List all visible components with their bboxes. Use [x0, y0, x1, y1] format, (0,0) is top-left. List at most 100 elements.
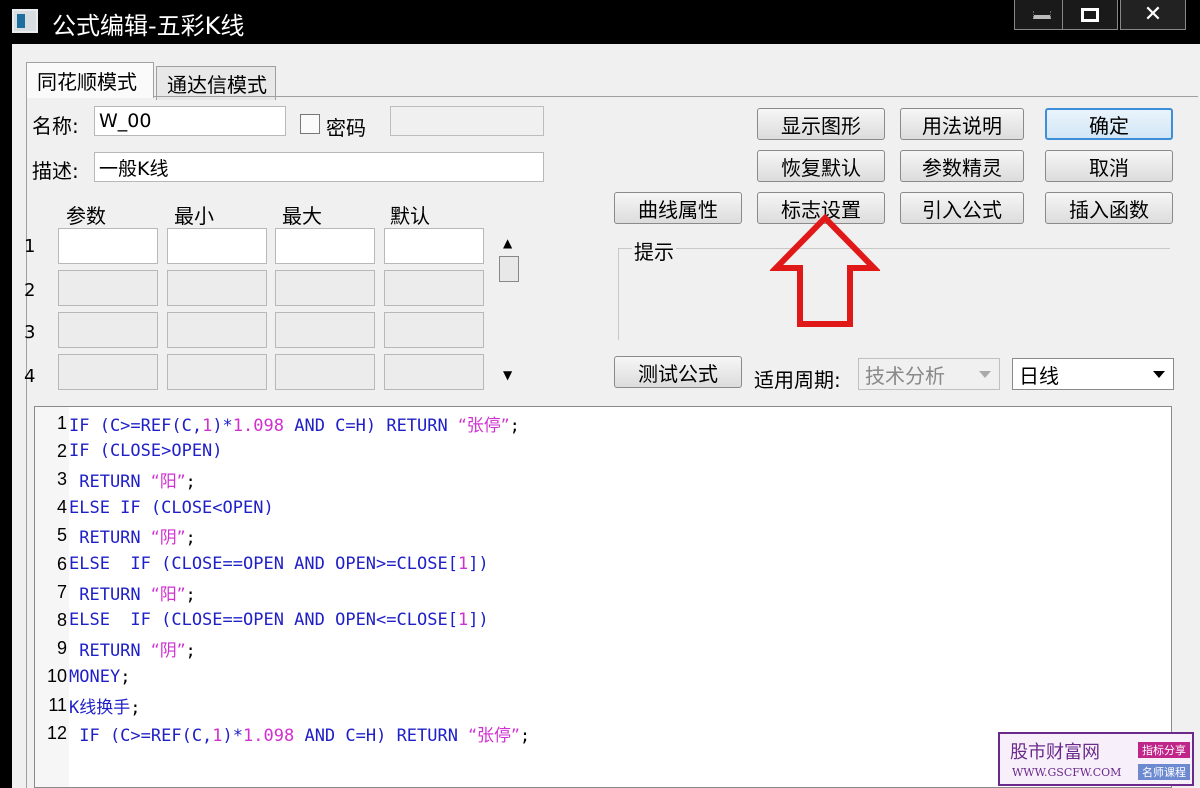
- usage-button[interactable]: 用法说明: [900, 108, 1024, 140]
- param-wizard-button[interactable]: 参数精灵: [900, 150, 1024, 182]
- code-token: ;: [519, 725, 531, 746]
- category-select-value: 技术分析: [865, 363, 945, 388]
- maximize-icon: [1081, 7, 1099, 22]
- param-cell[interactable]: [167, 270, 267, 306]
- category-select[interactable]: 技术分析: [858, 358, 1000, 390]
- cancel-button[interactable]: 取消: [1045, 150, 1173, 182]
- code-token: 1.098: [232, 415, 284, 436]
- ok-button[interactable]: 确定: [1045, 108, 1173, 140]
- code-line[interactable]: 12 IF (C>=REF(C,1)*1.098 AND C=H) RETURN…: [35, 719, 530, 747]
- code-line[interactable]: 10 MONEY;: [35, 663, 130, 691]
- minimize-icon: [1033, 10, 1051, 19]
- param-cell[interactable]: [384, 354, 484, 390]
- code-token: )*: [222, 725, 244, 746]
- param-row-number: 4: [24, 366, 36, 387]
- line-number: 6: [56, 553, 67, 574]
- show-graph-button[interactable]: 显示图形: [757, 108, 885, 140]
- restore-default-button[interactable]: 恢复默认: [757, 150, 885, 182]
- line-number: 4: [56, 497, 67, 518]
- line-number: 8: [56, 609, 67, 630]
- password-checkbox[interactable]: [300, 114, 320, 134]
- param-cell[interactable]: [167, 312, 267, 348]
- tab-tdx-mode[interactable]: 通达信模式: [156, 66, 276, 100]
- param-cell[interactable]: [384, 270, 484, 306]
- code-text: ELSE IF (CLOSE==OPEN AND OPEN>=CLOSE[1]): [69, 554, 489, 574]
- code-line[interactable]: 4 ELSE IF (CLOSE<OPEN): [35, 494, 274, 522]
- code-token: ELSE IF (CLOSE<OPEN): [69, 497, 274, 518]
- param-cell[interactable]: [275, 312, 375, 348]
- code-token: )*: [212, 415, 233, 436]
- maximize-button[interactable]: [1062, 0, 1118, 30]
- code-token: ELSE IF (CLOSE==OPEN AND OPEN>=CLOSE[: [69, 554, 458, 574]
- import-formula-button[interactable]: 引入公式: [900, 192, 1024, 224]
- close-icon: ✕: [1143, 2, 1163, 27]
- param-cell[interactable]: [167, 228, 267, 264]
- scroll-down-icon[interactable]: ▼: [503, 368, 512, 382]
- chevron-down-icon: [1153, 371, 1165, 378]
- code-line[interactable]: 7 RETURN “阳”;: [35, 578, 196, 606]
- code-token: IF (C>=REF(C,: [69, 725, 213, 746]
- code-token: 1.098: [243, 725, 295, 746]
- code-token: “阴”: [150, 528, 186, 549]
- code-text: RETURN “阳”;: [69, 580, 196, 605]
- name-input[interactable]: W_00: [94, 106, 286, 136]
- code-editor[interactable]: 1 IF (C>=REF(C,1)*1.098 AND C=H) RETURN “…: [34, 406, 1172, 788]
- code-token: ELSE IF (CLOSE==OPEN AND OPEN<=CLOSE[: [69, 610, 458, 631]
- line-number: 9: [56, 638, 67, 659]
- param-cell[interactable]: [58, 228, 158, 264]
- code-token: 1: [457, 610, 469, 631]
- param-cell[interactable]: [275, 270, 375, 306]
- test-formula-button[interactable]: 测试公式: [614, 356, 742, 388]
- param-cell[interactable]: [167, 354, 267, 390]
- param-cell[interactable]: [275, 354, 375, 390]
- code-text: RETURN “阴”;: [69, 636, 196, 661]
- code-text: IF (C>=REF(C,1)*1.098 AND C=H) RETURN “张…: [69, 721, 530, 746]
- scrollbar-thumb[interactable]: [499, 256, 519, 282]
- watermark-tag: 名师课程: [1138, 764, 1190, 780]
- param-header-name: 参数: [66, 204, 106, 228]
- line-number: 3: [56, 468, 67, 489]
- code-token: ;: [185, 471, 196, 492]
- param-cell[interactable]: [275, 228, 375, 264]
- code-line[interactable]: 2 IF (CLOSE>OPEN): [35, 437, 223, 465]
- code-line[interactable]: 3 RETURN “阳”;: [35, 465, 196, 493]
- watermark-url: WWW.GSCFW.COM: [1012, 766, 1122, 779]
- code-token: K线换手: [69, 697, 131, 718]
- code-line[interactable]: 5 RETURN “阴”;: [35, 522, 196, 550]
- password-input[interactable]: [390, 106, 544, 136]
- period-select-value: 日线: [1019, 363, 1059, 388]
- code-line[interactable]: 9 RETURN “阴”;: [35, 635, 196, 663]
- param-cell[interactable]: [384, 228, 484, 264]
- code-token: RETURN: [69, 471, 151, 492]
- curve-props-button[interactable]: 曲线属性: [614, 192, 742, 224]
- code-token: RETURN: [69, 641, 151, 662]
- code-token: RETURN: [69, 584, 151, 605]
- code-line[interactable]: 6 ELSE IF (CLOSE==OPEN AND OPEN>=CLOSE[1]…: [35, 550, 489, 578]
- description-input[interactable]: 一般K线: [94, 152, 544, 182]
- code-token: “张停”: [468, 725, 520, 746]
- title-bar: 公式编辑-五彩K线 ✕: [0, 0, 1200, 44]
- code-token: “阴”: [150, 641, 186, 662]
- chevron-down-icon: [979, 371, 991, 378]
- code-text: IF (CLOSE>OPEN): [69, 441, 223, 461]
- code-line[interactable]: 8 ELSE IF (CLOSE==OPEN AND OPEN<=CLOSE[1]…: [35, 606, 489, 634]
- code-line[interactable]: 1 IF (C>=REF(C,1)*1.098 AND C=H) RETURN “…: [35, 409, 520, 437]
- code-token: 1: [202, 415, 213, 436]
- param-cell[interactable]: [58, 312, 158, 348]
- code-text: ELSE IF (CLOSE==OPEN AND OPEN<=CLOSE[1]): [69, 610, 489, 630]
- param-cell[interactable]: [384, 312, 484, 348]
- insert-function-button[interactable]: 插入函数: [1045, 192, 1173, 224]
- code-token: IF (C>=REF(C,: [69, 415, 203, 436]
- tab-ths-mode[interactable]: 同花顺模式: [26, 62, 154, 98]
- param-row-number: 2: [24, 280, 36, 301]
- period-select[interactable]: 日线: [1012, 358, 1174, 390]
- scroll-up-icon[interactable]: ▲: [503, 236, 512, 250]
- watermark-title: 股市财富网: [1010, 742, 1100, 763]
- code-token: ]): [468, 610, 489, 631]
- param-cell[interactable]: [58, 354, 158, 390]
- close-button[interactable]: ✕: [1120, 0, 1186, 30]
- code-line[interactable]: 11 K线换手;: [35, 691, 140, 719]
- param-cell[interactable]: [58, 270, 158, 306]
- line-number: 11: [48, 694, 67, 715]
- param-header-default: 默认: [390, 204, 430, 228]
